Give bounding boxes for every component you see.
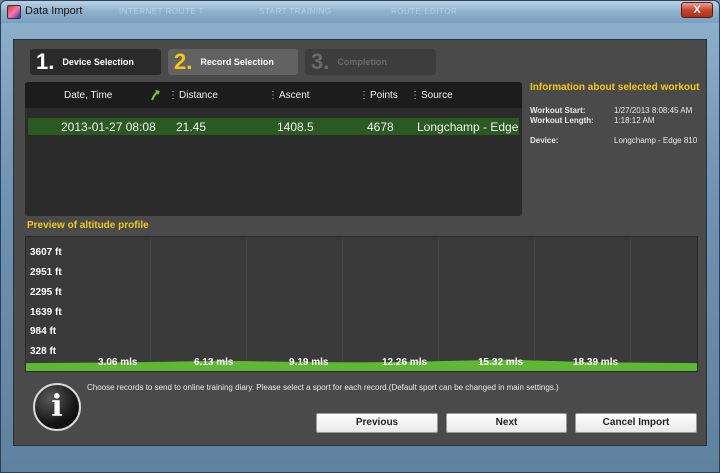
cell-source: Longchamp - Edge [417,120,519,134]
table-row[interactable]: 2013-01-27 08:08 21.45 1408.5 4678 Longc… [28,118,519,135]
y-tick-label: 3607 ft [30,247,62,258]
y-tick-label: 984 ft [30,326,57,337]
column-header-ascent[interactable]: Ascent [279,90,310,101]
cell-date: 2013-01-27 08:08 [61,120,156,134]
column-header-points[interactable]: Points [370,90,398,101]
next-button[interactable]: Next [446,413,567,433]
column-header-distance[interactable]: Distance [179,90,218,101]
column-separator-icon[interactable]: ⋮ [359,90,369,101]
background-ghost-label: ROUTE EDITOR [391,7,458,16]
cancel-import-button[interactable]: Cancel Import [575,413,697,433]
main-panel: 1. Device Selection 2. Record Selection … [13,39,707,446]
sort-ascending-icon[interactable] [151,89,161,101]
altitude-preview-title: Preview of altitude profile [27,220,149,231]
app-icon [7,5,21,19]
y-tick-label: 2951 ft [30,267,62,278]
x-tick-label: 9.19 mls [289,357,329,368]
altitude-area-plot [26,359,697,371]
data-import-window: Data Import INTERNET ROUTE T START TRAIN… [0,0,720,473]
y-tick-label: 328 ft [30,346,57,357]
step-number: 3. [311,49,330,74]
x-tick-label: 15.32 mls [478,357,524,368]
column-separator-icon[interactable]: ⋮ [168,90,178,101]
workout-length-label: Workout Length: [530,116,594,125]
y-tick-label: 1639 ft [30,307,62,318]
previous-button[interactable]: Previous [316,413,438,433]
cell-points: 4678 [367,120,394,134]
x-tick-label: 18.39 mls [573,357,619,368]
instruction-message: Choose records to send to online trainin… [87,383,559,392]
column-header-date[interactable]: Date, Time [64,90,112,101]
workout-length-value: 1:18:12 AM [614,116,655,125]
step-completion: 3. Completion [305,49,436,75]
step-label: Completion [337,57,387,67]
step-label: Record Selection [200,57,274,67]
background-ghost-label: INTERNET ROUTE T [119,7,205,16]
column-header-source[interactable]: Source [421,90,453,101]
x-tick-label: 6.13 mls [194,357,234,368]
window-title: Data Import [25,5,83,17]
step-number: 2. [174,49,193,74]
title-bar[interactable]: Data Import INTERNET ROUTE T START TRAIN… [1,1,719,23]
column-separator-icon[interactable]: ⋮ [268,90,278,101]
cell-ascent: 1408.5 [277,120,314,134]
device-label: Device: [530,136,559,145]
table-header: Date, Time ⋮ Distance ⋮ Ascent ⋮ Points … [25,82,522,108]
device-value: Longchamp - Edge 810 [614,136,698,145]
workout-start-value: 1/27/2013 8:08:45 AM [614,106,693,115]
step-record-selection: 2. Record Selection [168,49,298,75]
cell-distance: 21.45 [176,120,207,134]
step-device-selection: 1. Device Selection [30,49,161,75]
records-table: Date, Time ⋮ Distance ⋮ Ascent ⋮ Points … [25,82,522,216]
workout-start-label: Workout Start: [530,106,586,115]
step-label: Device Selection [62,57,134,67]
workout-info-title: Information about selected workout [530,82,700,93]
info-icon: i [33,383,81,431]
step-number: 1. [36,49,55,74]
x-tick-label: 3.06 mls [98,357,138,368]
background-ghost-label: START TRAINING [259,7,332,16]
altitude-chart: 3607 ft 2951 ft 2295 ft 1639 ft 984 ft 3… [25,236,698,372]
x-tick-label: 12.26 mls [382,357,428,368]
column-separator-icon[interactable]: ⋮ [410,90,420,101]
y-tick-label: 2295 ft [30,287,62,298]
close-button[interactable]: X [681,2,713,18]
